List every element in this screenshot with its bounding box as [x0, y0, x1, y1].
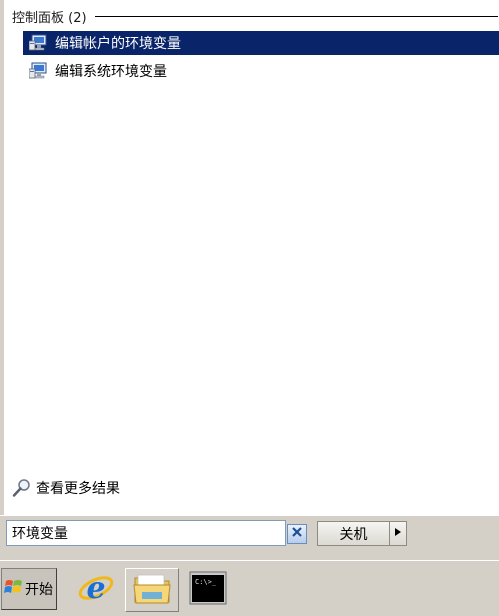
section-title: 控制面板 (2): [12, 10, 87, 26]
clear-search-button[interactable]: [287, 524, 307, 544]
taskbar-internet-explorer[interactable]: e: [69, 568, 123, 612]
svg-text:C:\>_: C:\>_: [195, 578, 217, 586]
clear-x-icon: [290, 525, 304, 543]
shutdown-options-button[interactable]: [389, 521, 407, 546]
system-properties-icon: [28, 34, 49, 52]
system-properties-icon: [28, 62, 49, 80]
section-header-control-panel: 控制面板 (2): [12, 6, 498, 26]
shutdown-label: 关机: [339, 526, 368, 543]
start-menu-panel: 控制面板 (2) 编辑帐户的环境变量 编辑系统环境变量 查看更多结果: [0, 0, 499, 560]
taskbar: 开始 e C:\>_: [0, 560, 499, 616]
internet-explorer-icon: e: [77, 569, 115, 611]
section-divider: [94, 16, 498, 17]
magnifier-icon: [12, 478, 32, 498]
result-item-label: 编辑系统环境变量: [55, 64, 167, 80]
folder-icon: [132, 570, 172, 610]
search-input[interactable]: [6, 520, 286, 546]
result-item-edit-user-env-vars[interactable]: 编辑帐户的环境变量: [23, 31, 499, 55]
see-more-results-label: 查看更多结果: [36, 481, 120, 497]
triangle-right-icon: [394, 526, 402, 541]
windows-logo-icon: [4, 577, 24, 601]
result-item-label: 编辑帐户的环境变量: [55, 36, 181, 52]
start-label: 开始: [25, 582, 53, 598]
taskbar-windows-explorer[interactable]: [125, 568, 179, 612]
taskbar-command-prompt[interactable]: C:\>_: [181, 568, 235, 612]
start-button[interactable]: 开始: [1, 568, 57, 610]
svg-text:e: e: [86, 571, 105, 606]
shutdown-button[interactable]: 关机: [317, 521, 389, 546]
result-item-edit-system-env-vars[interactable]: 编辑系统环境变量: [23, 59, 499, 83]
see-more-results-link[interactable]: 查看更多结果: [12, 476, 120, 500]
search-bar: 关机: [0, 515, 499, 560]
command-prompt-icon: C:\>_: [189, 571, 227, 609]
